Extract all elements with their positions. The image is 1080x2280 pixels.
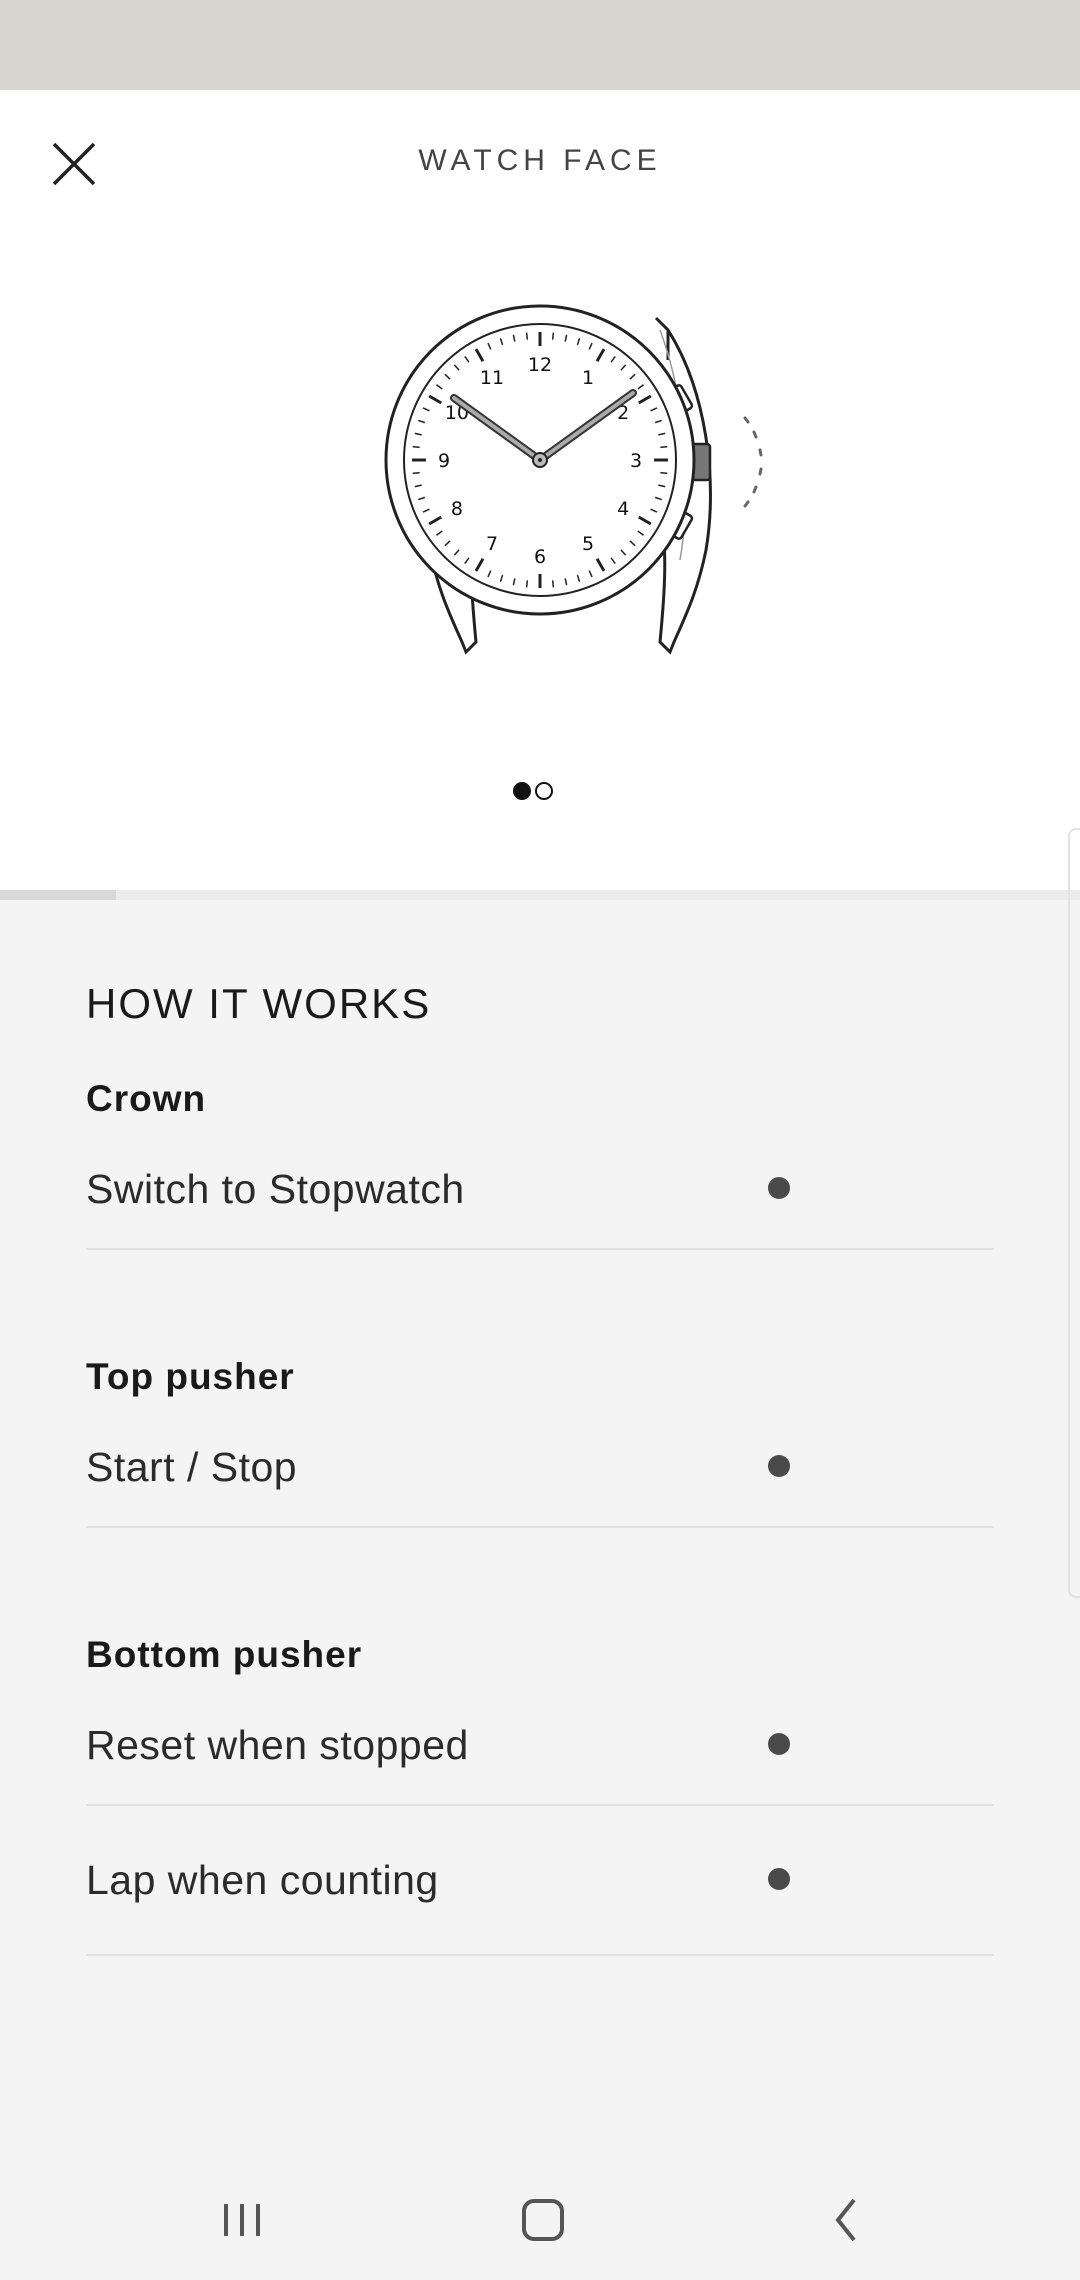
dial-numeral: 6 [534,546,546,568]
minute-tick [525,580,529,588]
minute-tick [551,332,555,340]
group-label: Crown [86,1078,207,1119]
dial-numeral: 11 [480,367,504,389]
recent-apps-button[interactable] [202,2190,282,2250]
recent-apps-icon [224,2204,260,2236]
minute-tick [525,332,529,340]
scroll-progress-fill [0,890,116,900]
control-group: Crown Switch to Stopwatch [86,1078,994,1250]
control-action-row[interactable]: Reset when stopped [86,1674,994,1806]
dial-numeral: 8 [451,498,463,520]
status-dot [768,1455,790,1477]
status-dot [768,1733,790,1755]
watch-illustration: 121234567891011 [384,304,763,655]
minute-tick [660,471,668,475]
scroll-progress [0,890,1080,900]
how-it-works-section: HOW IT WORKS Crown Switch to Stopwatch Top… [86,980,994,1956]
home-icon [522,2199,564,2241]
dial-numeral: 3 [630,450,642,472]
page-dot[interactable] [535,782,553,800]
watch-face-panel: WATCH FACE 12 1 2 3 4 5 6 7 8 9 10 11 [0,90,1080,890]
home-button[interactable] [503,2190,583,2250]
action-label: Reset when stopped [86,1721,469,1768]
page-title: WATCH FACE [418,144,662,177]
dial-numeral: 7 [486,533,498,555]
control-action-row[interactable]: Switch to Stopwatch [86,1118,994,1250]
scroll-edge-handle[interactable] [1068,828,1080,1598]
minute-tick [412,445,420,449]
back-button[interactable] [806,2190,886,2250]
page-dot[interactable] [513,782,531,800]
status-dot [768,1177,790,1199]
dial-numeral: 5 [582,533,594,555]
dial-numeral: 9 [438,450,450,472]
system-nav-bar [0,2160,1080,2280]
dial-numeral: 4 [617,498,629,520]
action-label: Switch to Stopwatch [86,1165,465,1212]
minute-tick [551,580,555,588]
control-action-row[interactable]: Lap when counting [86,1806,994,1956]
section-title: HOW IT WORKS [86,980,432,1027]
status-dot [768,1868,790,1890]
dial-numeral: 1 [582,367,594,389]
action-label: Lap when counting [86,1856,439,1903]
page-indicator [513,782,553,800]
control-group: Top pusher Start / Stop [86,1356,994,1528]
group-label: Bottom pusher [86,1634,363,1675]
control-action-row[interactable]: Start / Stop [86,1396,994,1528]
back-icon [835,2198,856,2242]
action-label: Start / Stop [86,1443,298,1490]
control-group: Bottom pusher Reset when stopped Lap when … [86,1634,994,1956]
crown-press-indicator [743,416,763,508]
dial-numeral: 12 [528,354,552,376]
minute-tick [660,445,668,449]
minute-tick [412,471,420,475]
group-label: Top pusher [86,1356,295,1397]
status-bar [0,0,1080,90]
